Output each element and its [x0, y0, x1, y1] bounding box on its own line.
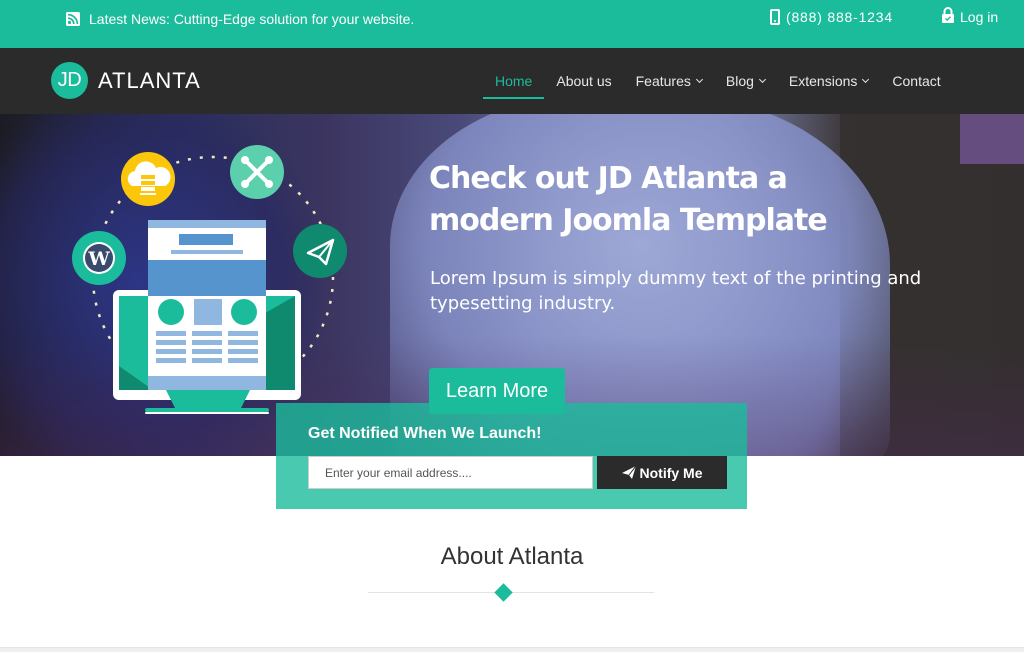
- email-input[interactable]: [308, 456, 593, 489]
- learn-more-button[interactable]: Learn More: [429, 368, 565, 414]
- nav-label: Home: [495, 73, 533, 89]
- nav-item-extensions[interactable]: Extensions: [777, 48, 880, 114]
- nav-item-blog[interactable]: Blog: [714, 48, 777, 114]
- nav-label: Blog: [725, 73, 754, 89]
- diamond-divider-icon: [494, 583, 513, 602]
- nav-item-home[interactable]: Home: [483, 48, 545, 114]
- latest-news: Latest News: Cutting-Edge solution for y…: [66, 11, 414, 27]
- cloud-server-icon: [121, 152, 175, 206]
- hero-subtitle: Lorem Ipsum is simply dummy text of the …: [430, 268, 922, 314]
- site-logo[interactable]: JD ATLANTA: [51, 62, 201, 99]
- notify-title: Get Notified When We Launch!: [308, 425, 542, 442]
- main-menu: Home About us Features Blog Extensions C…: [483, 48, 953, 114]
- notify-signup-box: Get Notified When We Launch! Notify Me: [276, 403, 747, 509]
- notify-me-button[interactable]: Notify Me: [597, 456, 727, 489]
- top-bar: Latest News: Cutting-Edge solution for y…: [0, 0, 1024, 48]
- lock-icon: [941, 7, 955, 26]
- mobile-phone-icon: [770, 9, 780, 25]
- nav-label: Contact: [892, 73, 941, 89]
- website-illustration: W: [72, 145, 347, 414]
- joomla-icon: [230, 145, 284, 199]
- phone-number: (888) 888-1234: [770, 9, 893, 25]
- nav-label: About us: [556, 73, 612, 89]
- hero-title: Check out JD Atlanta a modern Joomla Tem…: [429, 161, 828, 238]
- nav-label: Features: [635, 73, 691, 89]
- main-navbar: JD ATLANTA Home About us Features Blog E…: [0, 48, 1024, 114]
- about-section-title: About Atlanta: [440, 543, 584, 570]
- login-link[interactable]: Log in: [941, 7, 998, 26]
- login-label: Log in: [960, 8, 999, 25]
- logo-name: ATLANTA: [98, 67, 201, 93]
- section-bottom-edge: [0, 647, 1024, 652]
- chevron-down-icon: [695, 75, 703, 83]
- hero-background-accent: [960, 114, 1024, 164]
- nav-item-features[interactable]: Features: [624, 48, 714, 114]
- chevron-down-icon: [758, 75, 766, 83]
- monitor-website-icon: [113, 220, 301, 414]
- nav-item-contact[interactable]: Contact: [880, 48, 952, 114]
- nav-label: Extensions: [788, 73, 858, 89]
- logo-badge: JD: [51, 62, 88, 99]
- latest-news-text: Latest News: Cutting-Edge solution for y…: [89, 11, 415, 27]
- svg-text:W: W: [87, 248, 110, 270]
- paper-plane-icon: [621, 466, 636, 479]
- wordpress-icon: W: [72, 231, 126, 285]
- notify-me-label: Notify Me: [639, 464, 703, 481]
- paper-plane-icon: [293, 224, 347, 278]
- nav-item-about-us[interactable]: About us: [544, 48, 623, 114]
- chevron-down-icon: [862, 75, 870, 83]
- rss-icon: [66, 12, 80, 26]
- phone-text: (888) 888-1234: [786, 9, 893, 25]
